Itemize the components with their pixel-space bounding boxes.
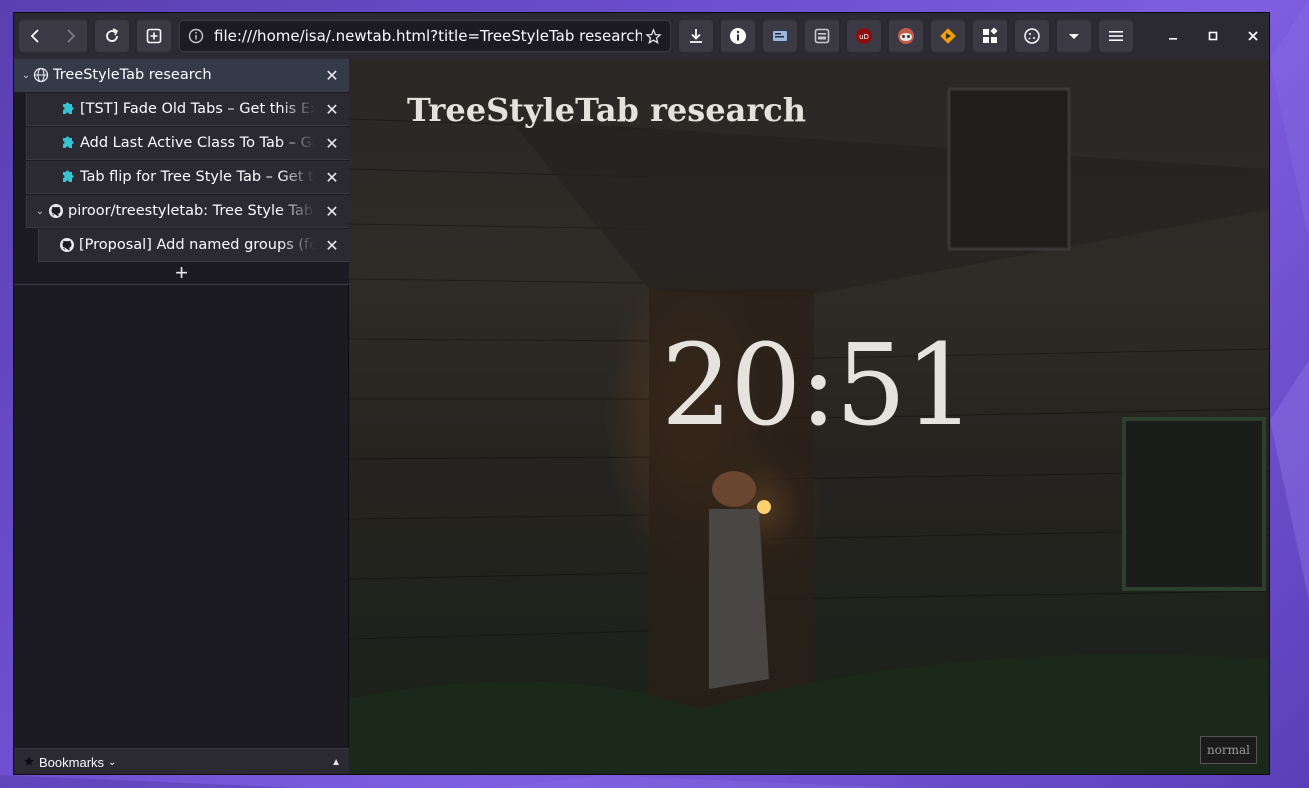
twisty-expanded-icon[interactable]: ⌄ <box>19 70 33 81</box>
reload-button[interactable] <box>95 20 129 52</box>
forward-arrow-icon <box>67 29 76 43</box>
mode-badge[interactable]: normal <box>1199 736 1257 764</box>
plus-icon: + <box>175 260 188 285</box>
bookmarks-switcher[interactable]: Bookmarks ⌄ ▲ <box>14 748 349 774</box>
overflow-menu-button[interactable] <box>1057 20 1091 52</box>
tab-item[interactable]: Add Last Active Class To Tab – Get this … <box>26 127 349 160</box>
download-icon <box>690 29 702 43</box>
bookmark-star-icon[interactable] <box>642 25 664 47</box>
triangle-up-icon[interactable]: ▲ <box>331 757 341 768</box>
minimize-icon <box>1169 38 1177 40</box>
privacy-badger-icon <box>898 28 914 44</box>
bookmarks-label[interactable]: Bookmarks <box>39 755 104 770</box>
tree-style-tab-sidebar: ⌄ TreeStyleTab research ✕ [TST] Fade Old… <box>14 59 349 774</box>
back-arrow-icon <box>30 29 39 43</box>
github-icon <box>59 237 75 253</box>
page-title: TreeStyleTab research <box>407 91 806 129</box>
app-menu-button[interactable] <box>1099 20 1133 52</box>
close-tab-icon[interactable]: ✕ <box>315 100 349 119</box>
forward-button[interactable] <box>53 20 87 52</box>
tab-item[interactable]: [Proposal] Add named groups (folders) ✕ <box>38 229 349 262</box>
url-text[interactable]: file:///home/isa/.newtab.html?title=Tree… <box>214 27 642 45</box>
privacy-badger-button[interactable] <box>889 20 923 52</box>
downloads-button[interactable] <box>679 20 713 52</box>
puzzle-icon <box>60 101 76 117</box>
ublock-origin-icon: uD <box>856 28 872 44</box>
readerview-extension-button[interactable] <box>763 20 797 52</box>
readerview-extension-icon <box>773 31 787 41</box>
tab-title: piroor/treestyletab: Tree Style Tab, Sho… <box>68 203 315 219</box>
new-tab-plus-icon <box>146 28 162 44</box>
close-icon <box>1248 31 1258 41</box>
twisty-expanded-icon[interactable]: ⌄ <box>32 206 48 217</box>
cookie-icon <box>1024 28 1040 44</box>
github-icon <box>48 203 64 219</box>
close-tab-icon[interactable]: ✕ <box>315 236 349 255</box>
browser-window: file:///home/isa/.newtab.html?title=Tree… <box>13 12 1270 775</box>
maximize-icon <box>1208 31 1218 41</box>
reload-icon <box>106 28 119 42</box>
apps-grid-button[interactable] <box>973 20 1007 52</box>
info-extension-button[interactable] <box>721 20 755 52</box>
tab-item[interactable]: ⌄ piroor/treestyletab: Tree Style Tab, S… <box>26 195 349 228</box>
chevron-down-icon: ⌄ <box>108 757 117 768</box>
browser-toolbar: file:///home/isa/.newtab.html?title=Tree… <box>14 13 1269 59</box>
globe-icon <box>33 67 49 83</box>
sponsorblock-icon <box>940 28 956 44</box>
container-extension-button[interactable] <box>805 20 839 52</box>
close-tab-icon[interactable]: ✕ <box>315 134 349 153</box>
site-info-icon[interactable] <box>186 26 206 46</box>
svg-text:uD: uD <box>859 33 869 41</box>
close-tab-icon[interactable]: ✕ <box>315 168 349 187</box>
hamburger-menu-icon <box>1109 31 1123 41</box>
clock: 20:51 <box>661 321 976 451</box>
tab-title: Tab flip for Tree Style Tab – Get this E… <box>80 169 315 185</box>
tab-item[interactable]: Tab flip for Tree Style Tab – Get this E… <box>26 161 349 194</box>
close-tab-icon[interactable]: ✕ <box>315 66 349 85</box>
tab-title: TreeStyleTab research <box>53 67 212 83</box>
puzzle-icon <box>60 169 76 185</box>
puzzle-icon <box>60 135 76 151</box>
tab-title: Add Last Active Class To Tab – Get this … <box>80 135 315 151</box>
tab-item[interactable]: ⌄ TreeStyleTab research ✕ <box>14 59 349 92</box>
sponsorblock-button[interactable] <box>931 20 965 52</box>
close-window-button[interactable] <box>1233 20 1269 52</box>
maximize-button[interactable] <box>1193 20 1233 52</box>
new-tab-button[interactable] <box>137 20 171 52</box>
cookie-extension-button[interactable] <box>1015 20 1049 52</box>
sidebar-new-tab-button[interactable]: + <box>14 260 349 285</box>
container-extension-icon <box>814 28 830 44</box>
url-bar[interactable]: file:///home/isa/.newtab.html?title=Tree… <box>179 20 671 52</box>
new-tab-page: TreeStyleTab research 20:51 normal <box>349 59 1269 774</box>
minimize-button[interactable] <box>1153 20 1193 52</box>
close-tab-icon[interactable]: ✕ <box>315 202 349 221</box>
nav-buttons <box>19 20 87 52</box>
back-button[interactable] <box>19 20 53 52</box>
chevron-down-icon <box>1069 34 1079 39</box>
tab-title: [Proposal] Add named groups (folders) <box>79 237 315 253</box>
tab-item[interactable]: [TST] Fade Old Tabs – Get this Extension… <box>26 93 349 126</box>
ublock-origin-button[interactable]: uD <box>847 20 881 52</box>
tab-title: [TST] Fade Old Tabs – Get this Extension… <box>80 101 315 117</box>
bookmark-star-icon <box>22 754 36 771</box>
apps-grid-icon <box>983 27 998 43</box>
info-extension-icon <box>730 28 746 44</box>
